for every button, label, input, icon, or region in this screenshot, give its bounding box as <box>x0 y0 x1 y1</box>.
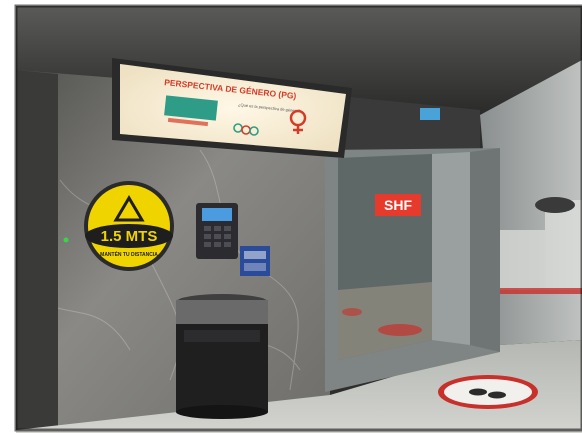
floor-indicator <box>420 108 440 120</box>
wall-fixture <box>535 197 575 213</box>
distance-sign-text: 1.5 MTS <box>101 228 158 245</box>
floor-decal <box>438 375 538 409</box>
info-sticker <box>240 246 270 276</box>
green-indicator-light <box>63 237 69 243</box>
left-pillar <box>16 70 58 430</box>
distance-sign: 1.5 MTS MANTÉN TU DISTANCIA <box>84 181 174 271</box>
access-keypad <box>196 203 238 259</box>
elevator-door <box>432 152 470 345</box>
distance-sign-subtext: MANTÉN TU DISTANCIA <box>100 250 158 258</box>
photo-scene: SHF PERSPECTIVA DE GÉNERO (PG) ¿Qué es l… <box>0 0 582 433</box>
trash-bin <box>176 294 268 419</box>
notice-board <box>500 230 545 290</box>
shf-logo-text: SHF <box>384 197 412 213</box>
